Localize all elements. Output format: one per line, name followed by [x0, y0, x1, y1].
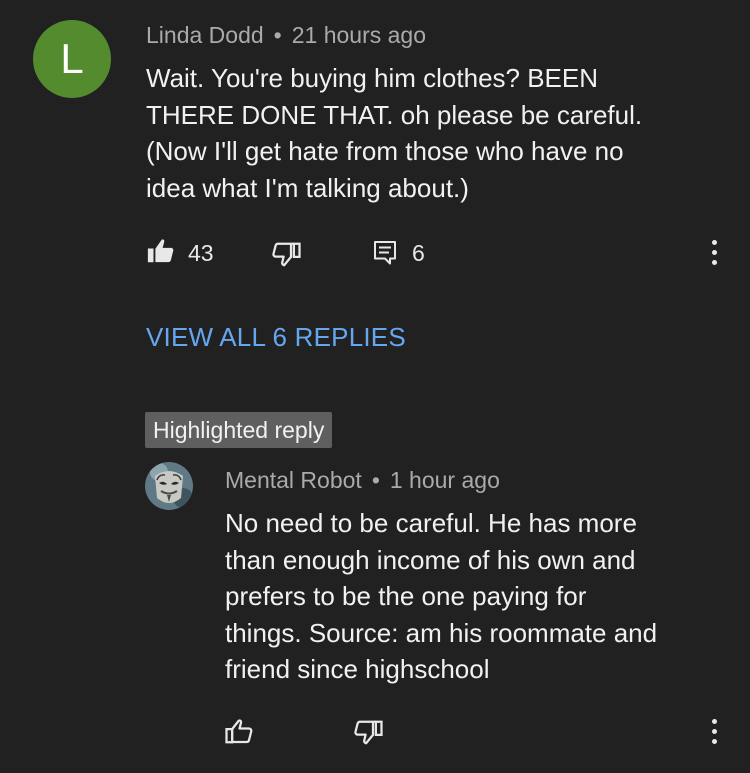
reply-text-line: than enough income of his own and [225, 544, 636, 575]
comment-header: Linda Dodd • 21 hours ago [146, 22, 426, 49]
thumbs-down-icon [272, 240, 302, 270]
like-count: 43 [188, 240, 214, 266]
mask-avatar-image [145, 462, 193, 510]
reply-time[interactable]: 1 hour ago [390, 467, 500, 493]
separator-dot: • [273, 22, 282, 48]
reply-button[interactable] [373, 240, 397, 266]
reply-text-line: No need to be careful. He has more [225, 508, 637, 538]
view-replies-link[interactable]: VIEW ALL 6 REPLIES [146, 322, 406, 353]
thumbs-down-icon [354, 718, 384, 748]
separator-dot: • [371, 467, 380, 493]
reply-header: Mental Robot • 1 hour ago [225, 467, 500, 494]
more-vert-icon [702, 719, 726, 744]
reply-avatar[interactable] [145, 462, 193, 510]
reply-text-line: things. Source: am his roommate and [225, 617, 658, 648]
dislike-button[interactable] [272, 240, 302, 270]
comment-text-line: (Now I'll get hate from those who have n… [146, 136, 624, 166]
reply-icon [373, 240, 397, 266]
highlighted-reply-label: Highlighted reply [153, 416, 325, 443]
comment-time[interactable]: 21 hours ago [292, 22, 426, 48]
reply-text-line: friend since highschool [225, 654, 490, 684]
comment-author[interactable]: Linda Dodd [146, 22, 264, 48]
reply-author[interactable]: Mental Robot [225, 467, 362, 493]
reply-count: 6 [412, 240, 425, 266]
reply-like-button[interactable] [224, 716, 254, 746]
comment-text-line: Wait. You're buying him clothes? BEEN [146, 63, 599, 93]
comment-text-line: idea what I'm talking about.) [146, 172, 469, 203]
highlighted-reply-badge: Highlighted reply [145, 412, 333, 448]
reply-dislike-button[interactable] [354, 718, 384, 748]
avatar-letter: L [60, 35, 84, 82]
reply-more-options-button[interactable] [702, 716, 726, 748]
avatar[interactable]: L [33, 20, 111, 98]
comment-text: Wait. You're buying him clothes? BEEN TH… [146, 60, 726, 206]
more-options-button[interactable] [702, 237, 726, 269]
like-button[interactable] [146, 236, 176, 266]
thumbs-up-icon [224, 716, 254, 746]
comment-text-line: THERE DONE THAT. oh please be careful. [146, 99, 643, 130]
reply-text-line: prefers to be the one paying for [225, 581, 587, 611]
thumbs-up-filled-icon [146, 236, 176, 266]
more-vert-icon [702, 240, 726, 265]
reply-text: No need to be careful. He has more than … [225, 505, 735, 688]
